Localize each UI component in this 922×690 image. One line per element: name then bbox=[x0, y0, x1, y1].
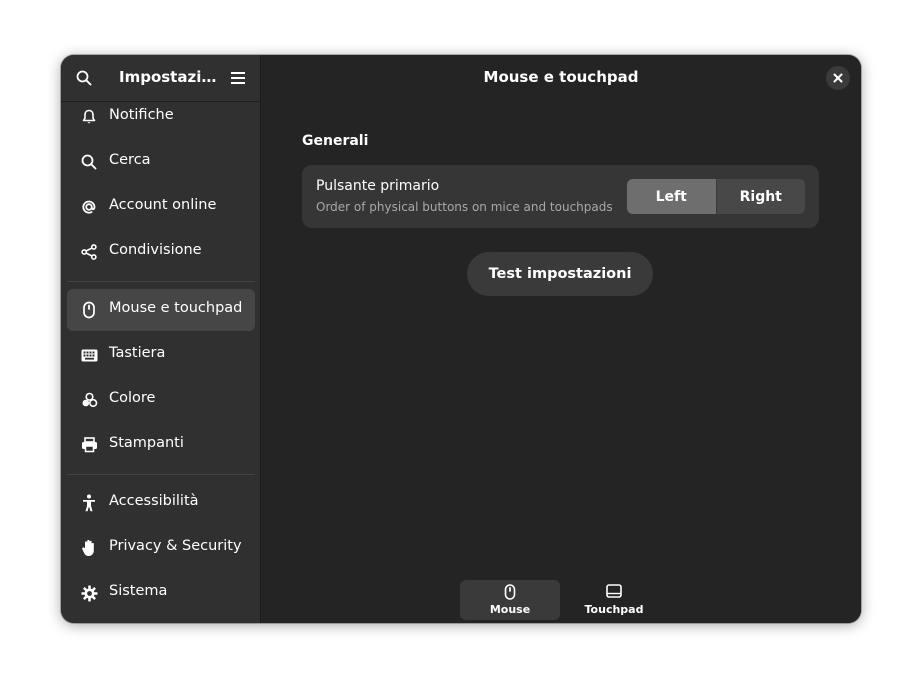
mouse-icon bbox=[460, 584, 560, 600]
sidebar-item-label: Tastiera bbox=[109, 345, 166, 361]
search-icon bbox=[79, 152, 99, 172]
sidebar-item-stampanti[interactable]: Stampanti bbox=[67, 424, 255, 466]
content-pane: Mouse e touchpad Generali Pulsante prima… bbox=[261, 55, 861, 623]
sidebar-item-label: Accessibilità bbox=[109, 493, 199, 509]
mouse-icon bbox=[79, 300, 99, 320]
hamburger-menu-icon[interactable] bbox=[227, 67, 249, 89]
touchpad-icon bbox=[564, 584, 664, 598]
sidebar-item-accessibilita[interactable]: Accessibilità bbox=[67, 482, 255, 524]
sidebar-header: Impostazi… bbox=[61, 55, 260, 101]
share-icon bbox=[79, 242, 99, 262]
sidebar-item-cerca[interactable]: Cerca bbox=[67, 141, 255, 183]
color-icon bbox=[79, 390, 99, 410]
sidebar-item-mouse-e-touchpad[interactable]: Mouse e touchpad bbox=[67, 289, 255, 331]
view-switcher-label: Mouse bbox=[489, 603, 531, 616]
sidebar-item-account-online[interactable]: Account online bbox=[67, 186, 255, 228]
sidebar-item-label: Cerca bbox=[109, 152, 151, 168]
sidebar: Impostazi… Notifiche Cerca Account onlin… bbox=[61, 55, 261, 623]
right-button[interactable]: Right bbox=[715, 179, 805, 214]
sidebar-item-label: Stampanti bbox=[109, 435, 184, 451]
sidebar-item-label: Colore bbox=[109, 390, 156, 406]
sidebar-item-label: Notifiche bbox=[109, 107, 174, 123]
sidebar-item-privacy-security[interactable]: Privacy & Security bbox=[67, 527, 255, 569]
sidebar-title: Impostazi… bbox=[119, 68, 217, 86]
sidebar-item-tastiera[interactable]: Tastiera bbox=[67, 334, 255, 376]
sidebar-item-notifiche[interactable]: Notifiche bbox=[67, 96, 255, 138]
accessibility-icon bbox=[79, 493, 99, 513]
sidebar-separator bbox=[67, 281, 255, 282]
header-bar: Mouse e touchpad bbox=[261, 55, 861, 101]
primary-button-title: Pulsante primario bbox=[316, 178, 440, 194]
page-title: Mouse e touchpad bbox=[483, 68, 639, 86]
keyboard-icon bbox=[79, 345, 99, 365]
sidebar-item-label: Condivisione bbox=[109, 242, 202, 258]
primary-button-toggle: Left Right bbox=[627, 179, 805, 214]
close-button[interactable] bbox=[826, 66, 850, 90]
sidebar-item-label: Account online bbox=[109, 197, 217, 213]
sidebar-item-sistema[interactable]: Sistema bbox=[67, 572, 255, 614]
view-switcher-mouse[interactable]: Mouse bbox=[460, 580, 560, 620]
view-switcher-touchpad[interactable]: Touchpad bbox=[564, 580, 664, 620]
printer-icon bbox=[79, 435, 99, 455]
sidebar-item-condivisione[interactable]: Condivisione bbox=[67, 231, 255, 273]
sidebar-item-label: Privacy & Security bbox=[109, 538, 242, 554]
sidebar-item-label: Sistema bbox=[109, 583, 168, 599]
sidebar-item-label: Mouse e touchpad bbox=[109, 300, 243, 316]
test-settings-button[interactable]: Test impostazioni bbox=[467, 252, 653, 296]
primary-button-subtitle: Order of physical buttons on mice and to… bbox=[316, 200, 613, 214]
view-switcher: Mouse Touchpad bbox=[460, 580, 668, 620]
gear-icon bbox=[79, 583, 99, 603]
sidebar-separator bbox=[67, 474, 255, 475]
left-button[interactable]: Left bbox=[627, 179, 716, 214]
view-switcher-label: Touchpad bbox=[584, 603, 644, 616]
at-icon bbox=[79, 197, 99, 217]
search-icon[interactable] bbox=[73, 67, 95, 89]
settings-window: Impostazi… Notifiche Cerca Account onlin… bbox=[61, 55, 861, 623]
sidebar-item-colore[interactable]: Colore bbox=[67, 379, 255, 421]
primary-button-row: Pulsante primario Order of physical butt… bbox=[302, 165, 819, 228]
bell-icon bbox=[79, 107, 99, 127]
hand-icon bbox=[79, 538, 99, 558]
group-title-generali: Generali bbox=[302, 133, 369, 149]
close-icon bbox=[833, 73, 843, 83]
